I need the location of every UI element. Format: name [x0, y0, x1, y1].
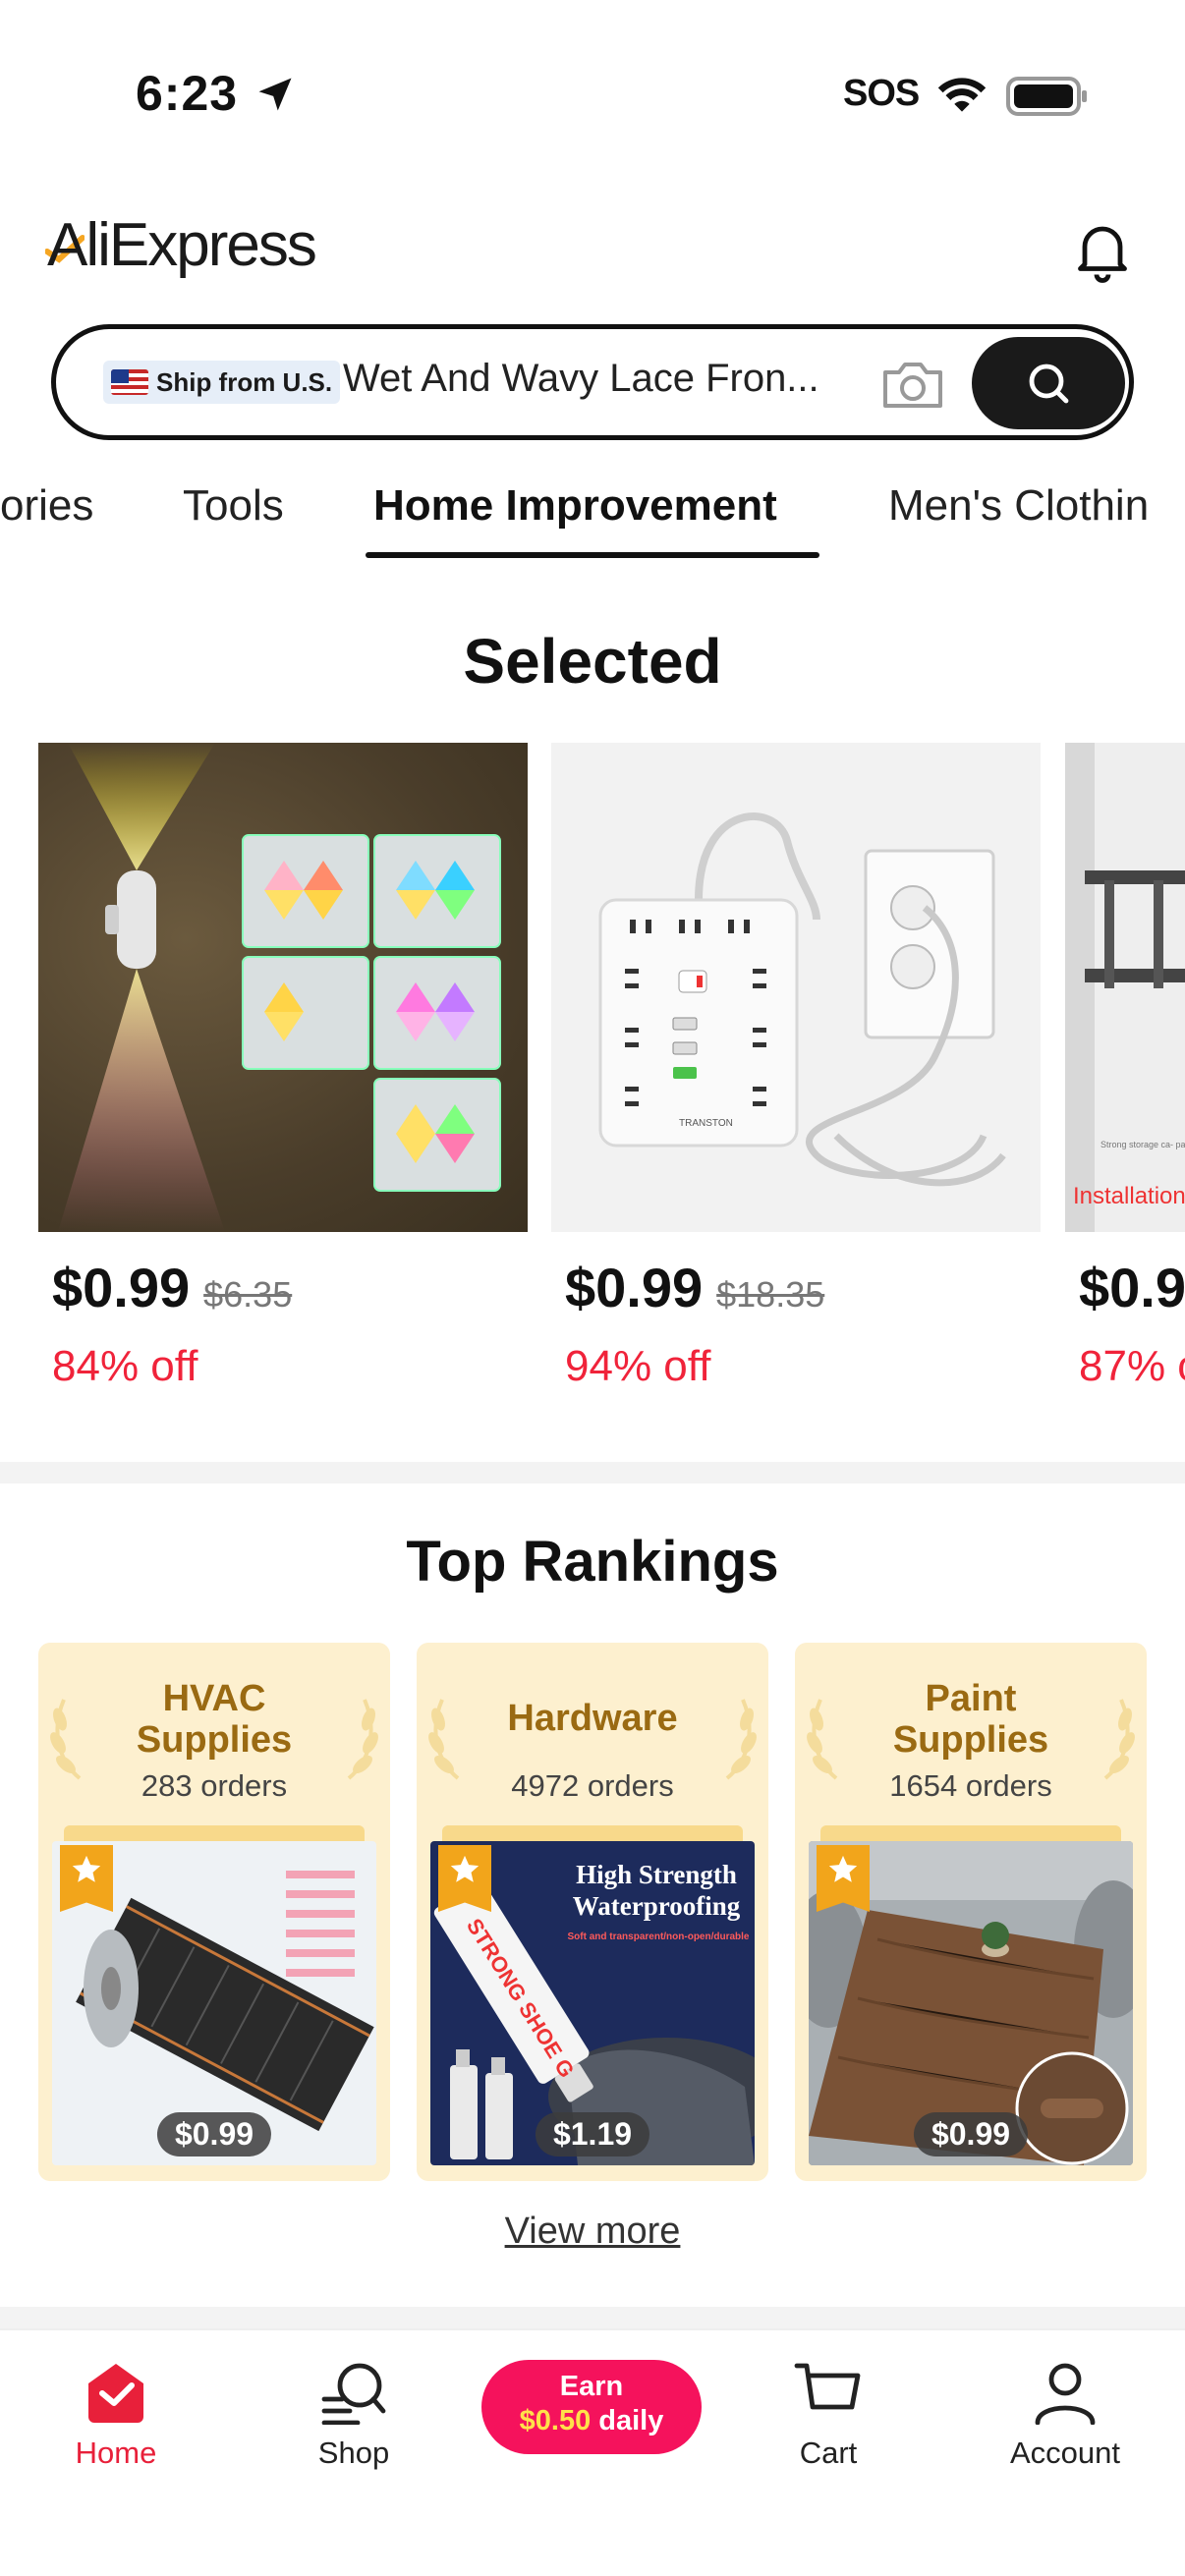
earn-suffix: daily: [591, 2405, 664, 2436]
product-image[interactable]: TRANSTON: [551, 743, 1041, 1232]
status-time: 6:23: [136, 66, 239, 121]
tab-accessories[interactable]: ories: [0, 481, 93, 531]
ranking-card-hardware[interactable]: Hardware 4972 orders High Strength Water…: [417, 1643, 768, 2181]
home-icon: [88, 2364, 143, 2423]
nav-home-label: Home: [75, 2436, 157, 2470]
ranking-price: $0.99: [913, 2112, 1029, 2156]
section-divider: [0, 2307, 1185, 2328]
product-price: $0.99: [565, 1257, 704, 1318]
price-row: $0.99 $18.35: [565, 1256, 824, 1319]
ranking-category-name: Paint Supplies: [795, 1678, 1147, 1761]
earn-label: Earn: [559, 2371, 624, 2402]
star-badge-icon: [438, 1845, 491, 1912]
product-card[interactable]: TRANSTON $0.99 $18.35 94% off: [551, 743, 1041, 1390]
category-line-1: HVAC: [162, 1678, 266, 1719]
section-title-selected: Selected: [463, 626, 722, 697]
price-row: $0.9: [1079, 1256, 1185, 1319]
tab-home-improvement[interactable]: Home Improvement: [373, 481, 777, 531]
ranking-category-name: HVAC Supplies: [38, 1678, 390, 1761]
installation-label: Installation: [1073, 1183, 1185, 1209]
earn-amount-row: $0.50 daily: [481, 2403, 702, 2438]
battery-icon: [1006, 77, 1087, 116]
discount-label: 87% o: [1079, 1342, 1185, 1390]
product-price: $0.9: [1079, 1257, 1185, 1318]
account-icon: [1035, 2363, 1096, 2426]
location-arrow-icon: [258, 78, 292, 111]
nav-account-label: Account: [1009, 2436, 1120, 2470]
search-input[interactable]: Wet And Wavy Lace Fron...: [343, 357, 893, 401]
search-button[interactable]: [972, 337, 1125, 429]
aliexpress-logo[interactable]: AliExpress: [47, 210, 317, 280]
tab-mens-clothing[interactable]: Men's Clothin: [888, 481, 1149, 531]
sos-indicator: SOS: [843, 73, 920, 114]
storage-caption: Strong storage ca- pacity: [1100, 1140, 1185, 1149]
view-more-link[interactable]: View more: [0, 2211, 1185, 2253]
camera-icon[interactable]: [879, 359, 946, 412]
bottom-navigation: Home Shop Earn $0.50 daily Cart Account: [0, 2328, 1185, 2576]
ship-from-label: Ship from U.S.: [156, 366, 333, 397]
tab-tools[interactable]: Tools: [183, 481, 284, 531]
section-divider: [0, 1462, 1185, 1484]
ranking-price: $1.19: [535, 2112, 650, 2156]
earn-amount: $0.50: [519, 2405, 592, 2436]
ranking-orders: 1654 orders: [889, 1768, 1052, 1803]
storage-rack-illustration: Strong storage ca- pacity: [1065, 743, 1185, 1232]
ranking-category-name: Hardware: [417, 1698, 768, 1739]
category-line-2: Supplies: [136, 1719, 293, 1761]
ranking-orders: 283 orders: [141, 1768, 288, 1803]
nav-cart[interactable]: Cart: [740, 2360, 917, 2471]
power-strip-illustration: TRANSTON: [598, 812, 1006, 1187]
category-line-2: Supplies: [892, 1719, 1049, 1761]
earn-daily-button[interactable]: Earn $0.50 daily: [481, 2360, 702, 2454]
product-card[interactable]: Strong storage ca- pacity Installation $…: [1065, 743, 1185, 1391]
category-line-1: Paint: [925, 1678, 1017, 1719]
product-image[interactable]: [38, 743, 528, 1232]
nav-shop[interactable]: Shop: [265, 2360, 442, 2471]
ship-from-us-badge[interactable]: Ship from U.S.: [103, 361, 341, 404]
status-bar: 6:23 SOS: [0, 0, 1185, 187]
product-image[interactable]: Strong storage ca- pacity Installation: [1065, 743, 1185, 1232]
active-tab-indicator: [366, 552, 819, 558]
wifi-icon: [937, 78, 987, 112]
star-badge-icon: [60, 1845, 113, 1912]
nav-cart-label: Cart: [799, 2436, 858, 2470]
category-line-1: Hardware: [507, 1698, 678, 1739]
brand-text: TRANSTON: [679, 1118, 733, 1129]
product-card[interactable]: $0.99 $6.35 84% off: [38, 743, 528, 1390]
price-row: $0.99 $6.35: [52, 1256, 292, 1319]
nav-home[interactable]: Home: [28, 2360, 204, 2471]
ranking-price: $0.99: [156, 2112, 272, 2156]
cart-icon: [794, 2363, 861, 2410]
nav-account[interactable]: Account: [977, 2360, 1154, 2471]
discount-label: 84% off: [52, 1342, 198, 1390]
shop-search-icon: [321, 2363, 386, 2426]
ranking-card-hvac[interactable]: HVAC Supplies 283 orders $0.99: [38, 1643, 390, 2181]
tube-label: STRONG SHOE G: [462, 1914, 580, 2082]
category-tabs: ories Tools Home Improvement Men's Cloth…: [0, 472, 1185, 560]
search-bar[interactable]: Ship from U.S. Wet And Wavy Lace Fron...: [51, 324, 1134, 440]
us-flag-icon: [111, 369, 148, 395]
original-price: $18.35: [716, 1274, 825, 1315]
ranking-orders: 4972 orders: [511, 1768, 674, 1803]
discount-label: 94% off: [565, 1342, 711, 1390]
nav-shop-label: Shop: [317, 2436, 390, 2470]
original-price: $6.35: [203, 1274, 293, 1315]
ranking-card-paint[interactable]: Paint Supplies 1654 orders $0.99: [795, 1643, 1147, 2181]
star-badge-icon: [817, 1845, 870, 1912]
search-icon: [1029, 364, 1069, 404]
notification-bell-icon[interactable]: [1067, 214, 1138, 285]
wall-lamp-illustration: [58, 743, 501, 1232]
section-title-top-rankings: Top Rankings: [406, 1530, 779, 1594]
product-price: $0.99: [52, 1257, 191, 1318]
